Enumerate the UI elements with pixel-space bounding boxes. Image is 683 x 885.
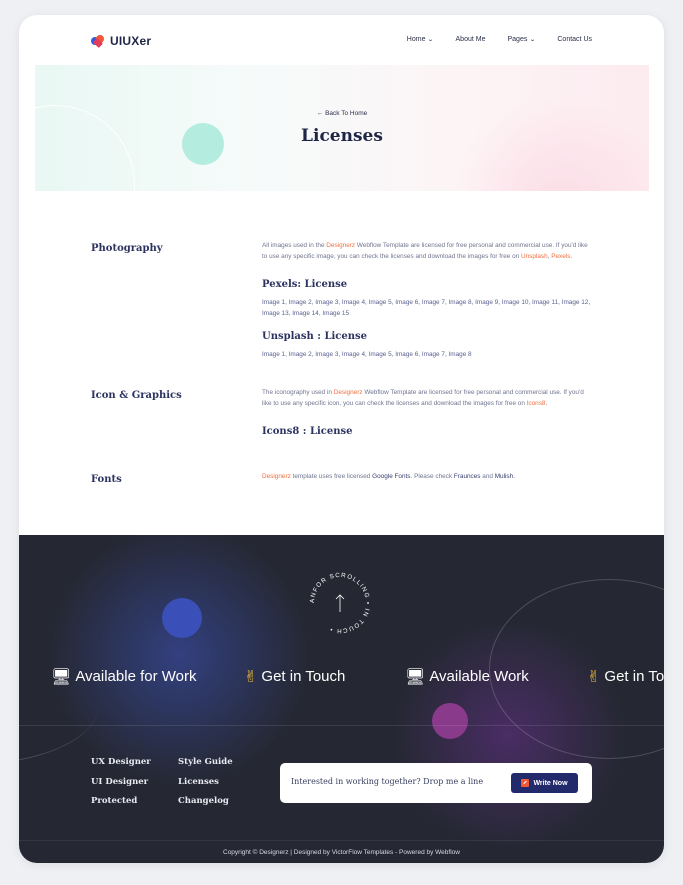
brand-link[interactable]: Designerz [262, 473, 291, 480]
pexels-license-heading[interactable]: Pexels: License [262, 279, 347, 290]
footer-links-col-1: UX Designer UI Designer Protected [91, 757, 151, 816]
footer-link-ux-designer[interactable]: UX Designer [91, 757, 151, 777]
decorative-circle [432, 703, 468, 739]
fraunces-link[interactable]: Fraunces [454, 473, 481, 480]
decorative-arc [35, 105, 135, 191]
nav-label: About Me [455, 36, 486, 43]
marquee-item: ✌ Get in To [587, 667, 664, 686]
marquee-item: 🖥 Available Work [405, 667, 529, 686]
write-now-button[interactable]: Write Now [511, 773, 578, 793]
chevron-down-icon: ⌄ [529, 37, 537, 43]
site-footer: ANFOR SCROLLING • IN TOUCH • 🖥 Available… [19, 535, 664, 863]
nav-label: Contact Us [557, 36, 592, 43]
back-link-label: Back To Home [325, 110, 368, 117]
arrow-left-icon: ← [316, 110, 324, 117]
decorative-glow [39, 535, 319, 785]
section-title-fonts: Fonts [91, 474, 122, 485]
google-fonts-link[interactable]: Google Fonts [372, 473, 410, 480]
chevron-down-icon: ⌄ [427, 37, 435, 43]
marquee-label: Get in To [604, 668, 664, 685]
unsplash-image-links[interactable]: Image 1, Image 2, Image 3, Image 4, Imag… [262, 349, 597, 360]
copyright-text: Copyright © Designerz | Designed by Vict… [223, 849, 460, 856]
nav-label: Home [406, 36, 426, 43]
decorative-circle [162, 598, 202, 638]
photography-intro: All images used in the Designerz Webflow… [262, 242, 588, 260]
pexels-image-links[interactable]: Image 1, Image 2, Image 3, Image 4, Imag… [262, 297, 597, 319]
computer-icon: 🖥 [51, 667, 72, 686]
section-title-icons: Icon & Graphics [91, 390, 182, 401]
computer-icon: 🖥 [405, 667, 426, 686]
contact-cta-box: Interested in working together? Drop me … [280, 763, 592, 803]
hero-banner: ← Back To Home Licenses [35, 65, 649, 191]
mulish-link[interactable]: Mulish [495, 473, 513, 480]
logo-text: UIUXer [110, 34, 152, 48]
icons8-link[interactable]: Icons8 [527, 400, 546, 407]
marquee-item: ✌ Get in Touch [244, 667, 345, 686]
cta-text: Interested in working together? Drop me … [291, 777, 484, 786]
page-title: Licenses [301, 126, 383, 146]
site-logo[interactable]: UIUXer [91, 34, 151, 48]
nav-item-home[interactable]: Home ⌄ [407, 36, 434, 43]
unsplash-license-heading[interactable]: Unsplash : License [262, 331, 367, 342]
victory-hand-icon: ✌ [244, 667, 258, 686]
nav-item-pages[interactable]: Pages ⌄ [507, 36, 537, 43]
footer-link-licenses[interactable]: Licenses [178, 777, 233, 797]
fonts-intro: Designerz template uses free licensed Go… [262, 473, 515, 480]
unsplash-link[interactable]: Unsplash [521, 253, 548, 260]
icons-intro: The iconography used in Designerz Webflo… [262, 389, 584, 407]
nav-item-contact[interactable]: Contact Us [557, 36, 592, 43]
marquee-label: Available for Work [75, 668, 197, 685]
main-nav: Home ⌄ About Me Pages ⌄ Contact Us [407, 36, 592, 43]
back-to-home-link[interactable]: ← Back To Home [35, 110, 649, 117]
availability-marquee: 🖥 Available for Work ✌ Get in Touch 🖥 Av… [51, 667, 664, 691]
icons8-license-heading[interactable]: Icons8 : License [262, 426, 353, 437]
logo-icon [91, 35, 105, 48]
marquee-item: 🖥 Available for Work [51, 667, 196, 686]
footer-bottom-line [19, 840, 664, 841]
victory-hand-icon: ✌ [587, 667, 601, 686]
marquee-label: Available Work [429, 668, 529, 685]
footer-link-style-guide[interactable]: Style Guide [178, 757, 233, 777]
footer-link-protected[interactable]: Protected [91, 796, 151, 816]
scroll-to-top-badge[interactable]: ANFOR SCROLLING • IN TOUCH • [304, 567, 376, 639]
brand-link[interactable]: Designerz [326, 242, 355, 249]
nav-item-about[interactable]: About Me [456, 36, 486, 43]
pencil-icon [521, 779, 530, 787]
footer-link-changelog[interactable]: Changelog [178, 796, 233, 816]
footer-divider [19, 725, 664, 726]
footer-link-ui-designer[interactable]: UI Designer [91, 777, 151, 797]
footer-links-col-2: Style Guide Licenses Changelog [178, 757, 233, 816]
write-now-label: Write Now [533, 779, 568, 787]
nav-label: Pages [507, 36, 528, 43]
marquee-label: Get in Touch [261, 668, 346, 685]
brand-link[interactable]: Designerz [334, 389, 363, 396]
section-title-photography: Photography [91, 243, 163, 254]
pexels-link[interactable]: Pexels [551, 253, 570, 260]
page-card: UIUXer Home ⌄ About Me Pages ⌄ Contact U… [19, 15, 664, 863]
